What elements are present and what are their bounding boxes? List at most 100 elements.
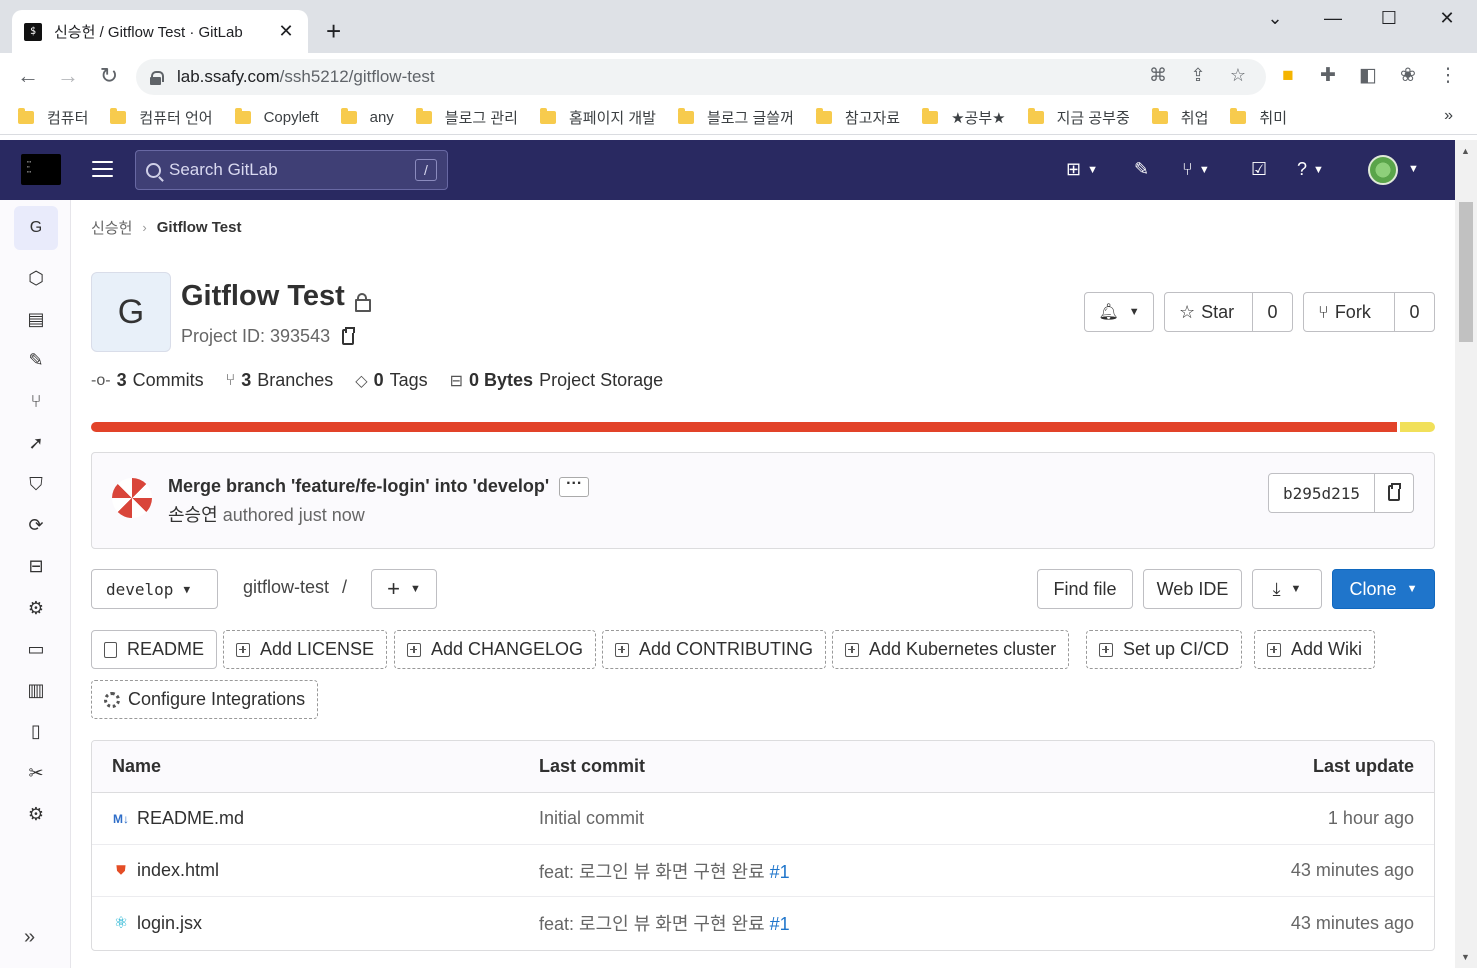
bookmark-folder[interactable]: 컴퓨터 <box>18 107 88 128</box>
bookmark-folder[interactable]: any <box>340 107 394 126</box>
close-tab-icon[interactable]: ✕ <box>276 21 296 42</box>
fork-count[interactable]: 0 <box>1394 293 1434 331</box>
add-changelog-button[interactable]: Add CHANGELOG <box>394 630 597 669</box>
commit-sha[interactable]: b295d215 <box>1269 474 1375 512</box>
add-license-button[interactable]: Add LICENSE <box>223 630 388 669</box>
add-to-tree-button[interactable]: + ▼ <box>371 569 437 609</box>
scroll-down-icon[interactable]: ▼ <box>1461 952 1470 962</box>
breadcrumb-namespace[interactable]: 신승헌 <box>91 217 132 238</box>
table-row[interactable]: ⛊ index.html feat: 로그인 뷰 화면 구현 완료 #1 43 m… <box>92 845 1434 897</box>
branch-switcher[interactable]: develop ▼ <box>91 569 218 609</box>
copy-project-id-icon[interactable] <box>342 326 356 345</box>
ci-cd-rocket-icon[interactable]: ➚ <box>22 431 50 455</box>
user-menu-chevron-icon[interactable]: ▼ <box>1408 158 1419 180</box>
file-name-link[interactable]: login.jsx <box>137 913 202 934</box>
repository-icon[interactable]: ▤ <box>22 307 50 331</box>
file-name-link[interactable]: index.html <box>137 860 219 881</box>
expand-commit-ellipsis-icon[interactable]: ··· <box>559 476 590 498</box>
bookmark-folder[interactable]: 홈페이지 개발 <box>539 107 656 128</box>
settings-gear-icon[interactable]: ⚙ <box>22 802 50 826</box>
bookmark-folder[interactable]: ★공부★ <box>922 107 1006 128</box>
monitor-icon[interactable]: ▭ <box>22 637 50 661</box>
translate-icon[interactable]: ⌘ <box>1146 65 1170 86</box>
language-segment[interactable] <box>1400 422 1435 432</box>
star-action[interactable]: ☆ Star <box>1165 302 1252 323</box>
side-panel-icon[interactable]: ◧ <box>1355 65 1381 87</box>
file-commit-link[interactable]: feat: 로그인 뷰 화면 구현 완료 <box>539 914 770 934</box>
wiki-book-icon[interactable]: ▯ <box>22 719 50 743</box>
readme-button[interactable]: README <box>91 630 218 669</box>
profile-avatar-icon[interactable]: ❀ <box>1395 65 1421 87</box>
language-segment[interactable] <box>91 422 1398 432</box>
add-contributing-button[interactable]: Add CONTRIBUTING <box>602 630 827 669</box>
deployments-icon[interactable]: ⟳ <box>22 513 50 537</box>
search-input[interactable]: Search GitLab / <box>135 150 448 190</box>
issues-icon[interactable]: ✎ <box>1134 158 1149 180</box>
gitlab-logo[interactable]: ▪▪▪ ▪▪ ▪▪▪ <box>21 154 61 185</box>
bookmark-folder[interactable]: 지금 공부중 <box>1027 107 1130 128</box>
forward-icon[interactable]: → <box>53 63 83 89</box>
merge-requests-icon[interactable]: ⑂ <box>22 389 50 413</box>
add-wiki-button[interactable]: Add Wiki <box>1254 630 1376 669</box>
file-name-link[interactable]: README.md <box>137 808 244 829</box>
browser-menu-icon[interactable]: ⋮ <box>1435 65 1461 87</box>
commit-author[interactable]: 손승연 <box>168 505 218 525</box>
project-overview-icon[interactable]: ⬡ <box>22 266 50 290</box>
fork-action[interactable]: ⑂ Fork <box>1304 302 1394 323</box>
bookmark-folder[interactable]: Copyleft <box>234 107 319 126</box>
breadcrumb-project[interactable]: Gitflow Test <box>157 219 242 236</box>
bookmark-star-icon[interactable]: ☆ <box>1226 65 1250 86</box>
tags-stat[interactable]: ◇ 0 Tags <box>355 370 427 391</box>
bookmark-folder[interactable]: 취업 <box>1151 107 1208 128</box>
scrollbar-thumb[interactable] <box>1459 202 1473 342</box>
address-bar[interactable]: lab.ssafy.com/ssh5212/gitflow-test ⌘ ⇪ ☆ <box>136 59 1266 95</box>
merge-request-ref-link[interactable]: #1 <box>770 862 790 882</box>
file-commit-link[interactable]: Initial commit <box>539 808 644 828</box>
help-icon[interactable]: ? ▼ <box>1297 158 1324 181</box>
file-commit-link[interactable]: feat: 로그인 뷰 화면 구현 완료 <box>539 862 770 882</box>
security-shield-icon[interactable]: ⛉ <box>22 472 50 496</box>
back-icon[interactable]: ← <box>13 63 43 89</box>
add-kubernetes-button[interactable]: Add Kubernetes cluster <box>832 630 1070 669</box>
web-ide-button[interactable]: Web IDE <box>1143 569 1242 609</box>
table-row[interactable]: M↓ README.md Initial commit 1 hour ago <box>92 793 1434 845</box>
more-bookmarks-icon[interactable]: » <box>1444 107 1453 125</box>
commits-stat[interactable]: -o- 3 Commits <box>91 370 204 391</box>
browser-tab-active[interactable]: $ 신승헌 / Gitflow Test · GitLab ✕ <box>12 10 308 53</box>
user-avatar[interactable] <box>1368 155 1398 185</box>
bookmark-folder[interactable]: 컴퓨터 언어 <box>110 107 213 128</box>
hamburger-menu-icon[interactable] <box>92 161 113 177</box>
reload-icon[interactable]: ↻ <box>94 63 124 89</box>
issues-icon[interactable]: ✎ <box>22 348 50 372</box>
lock-icon[interactable] <box>150 70 164 85</box>
scroll-up-icon[interactable]: ▲ <box>1461 146 1470 156</box>
commit-message-link[interactable]: Merge branch 'feature/fe-login' into 'de… <box>168 476 549 496</box>
todos-icon[interactable]: ☑ <box>1251 158 1267 180</box>
find-file-button[interactable]: Find file <box>1037 569 1133 609</box>
close-window-icon[interactable]: ✕ <box>1427 8 1467 29</box>
configure-integrations-button[interactable]: Configure Integrations <box>91 680 319 719</box>
clone-button[interactable]: Clone ▼ <box>1332 569 1435 609</box>
extension-note-icon[interactable]: ■ <box>1275 65 1301 87</box>
tab-search-chevron-icon[interactable]: ⌄ <box>1255 8 1295 29</box>
analytics-icon[interactable]: ▥ <box>22 678 50 702</box>
sidebar-project-avatar[interactable]: G <box>14 206 58 250</box>
snippets-scissors-icon[interactable]: ✂ <box>22 761 50 785</box>
merge-request-ref-link[interactable]: #1 <box>770 914 790 934</box>
copy-sha-button[interactable] <box>1375 483 1413 501</box>
infrastructure-icon[interactable]: ⚙ <box>22 596 50 620</box>
create-new-icon[interactable]: ⊞ ▼ <box>1066 158 1098 181</box>
star-button[interactable]: ☆ Star 0 <box>1164 292 1293 332</box>
page-scrollbar[interactable]: ▲ ▼ <box>1455 140 1477 968</box>
branches-stat[interactable]: ⑂ 3 Branches <box>226 370 334 391</box>
star-count[interactable]: 0 <box>1252 293 1292 331</box>
table-row[interactable]: ⚛ login.jsx feat: 로그인 뷰 화면 구현 완료 #1 43 mi… <box>92 897 1434 949</box>
commit-author-avatar[interactable] <box>112 478 152 518</box>
repository-languages-bar[interactable] <box>91 422 1435 432</box>
setup-cicd-button[interactable]: Set up CI/CD <box>1086 630 1243 669</box>
maximize-window-icon[interactable]: ☐ <box>1369 8 1409 29</box>
download-button[interactable]: ⤓ ▼ <box>1252 569 1322 609</box>
extensions-puzzle-icon[interactable]: ✚ <box>1315 65 1341 87</box>
fork-button[interactable]: ⑂ Fork 0 <box>1303 292 1435 332</box>
minimize-window-icon[interactable]: — <box>1313 8 1353 29</box>
